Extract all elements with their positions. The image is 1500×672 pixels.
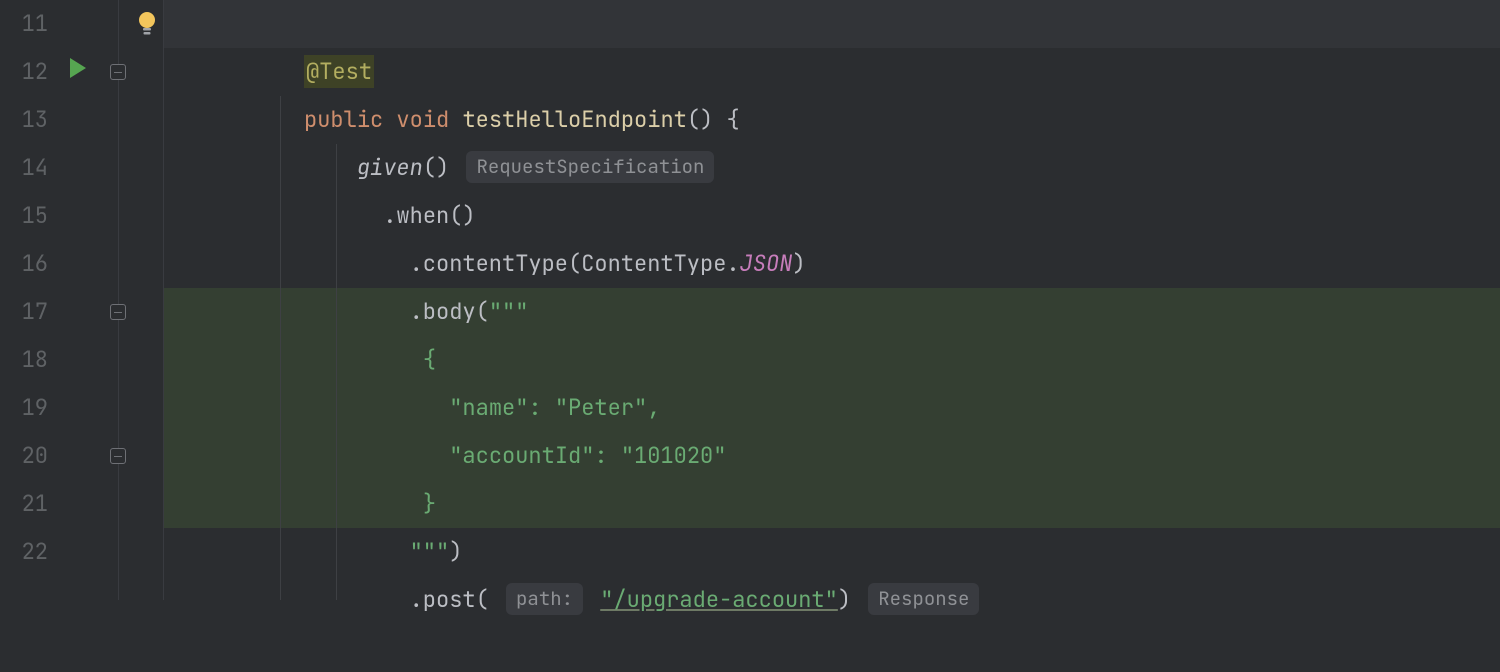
line-number[interactable]: 18	[0, 336, 48, 384]
inlay-hint[interactable]: RequestSpecification	[466, 151, 714, 183]
method-call: .body(	[410, 297, 489, 326]
fold-handle-icon[interactable]	[110, 448, 126, 464]
keyword-void: void	[396, 105, 449, 134]
fold-handle-icon[interactable]	[110, 304, 126, 320]
keyword-public: public	[304, 105, 383, 134]
line-number[interactable]: 19	[0, 384, 48, 432]
string-literal: """	[410, 537, 450, 566]
punct: () {	[687, 105, 740, 134]
punct: ()	[423, 153, 449, 182]
json-key: "accountId"	[449, 441, 594, 470]
line-number[interactable]: 11	[0, 0, 48, 48]
fold-strip	[104, 0, 164, 600]
string-literal: {	[423, 345, 436, 374]
parameter-hint[interactable]: path:	[506, 583, 583, 615]
string-literal: """	[489, 297, 529, 326]
json-value: "Peter"	[555, 393, 647, 422]
line-number[interactable]: 20	[0, 432, 48, 480]
string-literal: }	[423, 489, 436, 518]
line-number[interactable]: 16	[0, 240, 48, 288]
line-number-gutter: 11 12 13 14 15 16 17 18 19 20 21 22	[0, 0, 62, 600]
line-number[interactable]: 13	[0, 96, 48, 144]
code-line[interactable]: @Test	[164, 0, 1500, 48]
method-call: .when()	[383, 201, 475, 230]
code-area[interactable]: @Test public void testHelloEndpoint() { …	[164, 0, 1500, 600]
line-number[interactable]: 17	[0, 288, 48, 336]
line-number[interactable]: 22	[0, 528, 48, 576]
method-call: .contentType(ContentType.	[410, 249, 740, 278]
intention-bulb-icon[interactable]	[136, 10, 158, 38]
punct: :	[594, 441, 620, 470]
line-number[interactable]: 12	[0, 48, 48, 96]
punct: :	[528, 393, 554, 422]
run-test-icon[interactable]	[70, 58, 86, 78]
fold-handle-icon[interactable]	[110, 64, 126, 80]
code-editor[interactable]: 11 12 13 14 15 16 17 18 19 20 21 22	[0, 0, 1500, 600]
json-value: "101020"	[621, 441, 727, 470]
line-number[interactable]: 14	[0, 144, 48, 192]
method-call: given	[357, 153, 423, 182]
line-number[interactable]: 21	[0, 480, 48, 528]
json-key: "name"	[449, 393, 528, 422]
annotation: @Test	[304, 55, 374, 88]
punct: )	[449, 537, 462, 566]
inlay-hint[interactable]: Response	[868, 583, 979, 615]
gutter-icon-strip	[62, 0, 104, 600]
line-number[interactable]: 15	[0, 192, 48, 240]
method-declaration: testHelloEndpoint	[462, 105, 686, 134]
enum-constant: JSON	[740, 249, 793, 278]
punct: )	[792, 249, 805, 278]
punct: ,	[647, 393, 660, 422]
